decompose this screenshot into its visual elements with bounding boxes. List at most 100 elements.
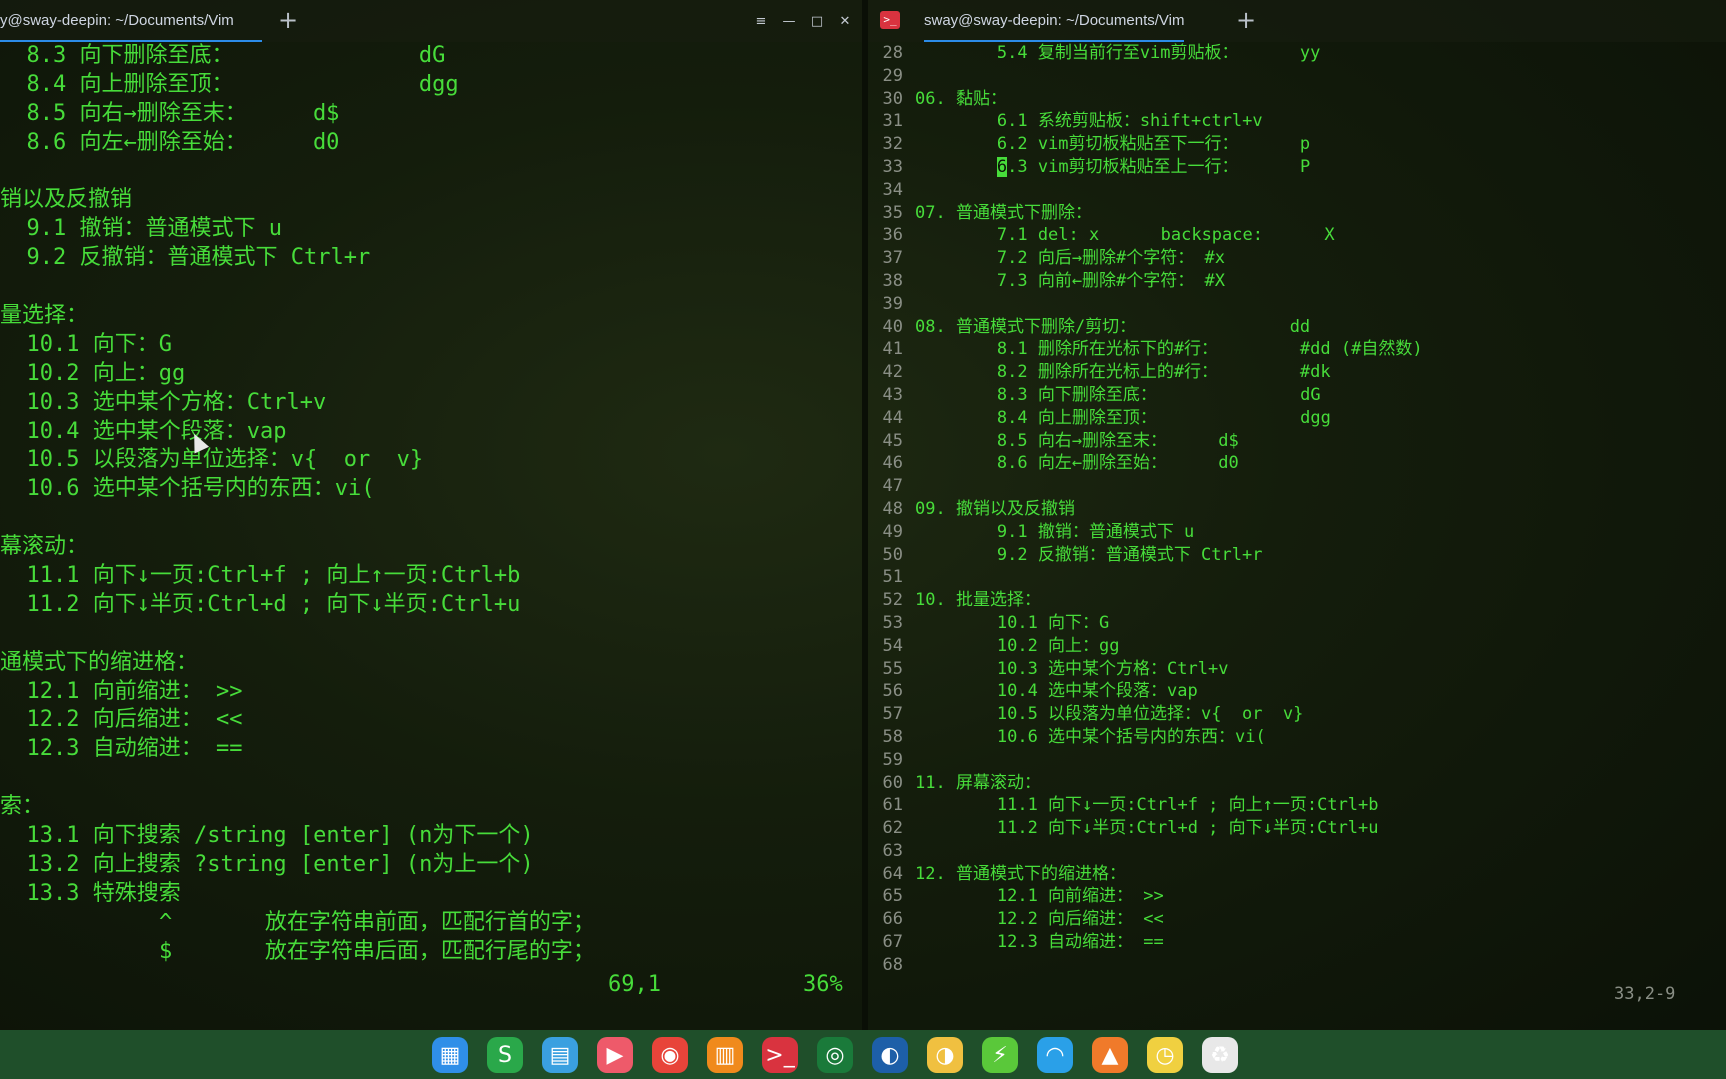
right-buffer-line: 60 11. 屏幕滚动： <box>868 772 1726 795</box>
line-number: 28 <box>882 43 903 63</box>
left-buffer-line: 10.4 选中某个段落：vap <box>0 418 287 444</box>
right-buffer-line: 35 07. 普通模式下删除： <box>868 202 1726 225</box>
wps-icon-glyph: S <box>487 1037 523 1073</box>
right-buffer-line: 28 5.4 复制当前行至vim剪贴板： yy <box>868 42 1726 65</box>
right-buffer-line: 44 8.4 向上删除至顶： dgg <box>868 407 1726 430</box>
line-text: 8.1 删除所在光标下的#行： #dd (#自然数) <box>915 339 1423 360</box>
line-text: 9.1 撤销：普通模式下 u <box>915 521 1195 542</box>
right-terminal-window[interactable]: >_ sway@sway-deepin: ~/Documents/Vim + 2… <box>868 0 1726 1030</box>
wifi-icon[interactable]: ◠ <box>1033 1034 1077 1076</box>
line-text: 10.5 以段落为单位选择：v{ or v} <box>915 704 1304 725</box>
app-store-icon-glyph: ▥ <box>707 1037 743 1073</box>
left-scroll-percent: 36% <box>803 972 843 997</box>
clock-icon[interactable]: ◷ <box>1143 1034 1187 1076</box>
left-buffer-line: 8.4 向上删除至顶： dgg <box>0 71 459 97</box>
line-number: 39 <box>882 293 903 314</box>
left-buffer-line: 8.5 向右→删除至末： d$ <box>0 100 340 126</box>
screen-recorder-icon-glyph: ▶ <box>597 1037 633 1073</box>
right-buffer-line: 56 10.4 选中某个段落：vap <box>868 680 1726 703</box>
screenshot-icon[interactable]: ◐ <box>868 1034 912 1076</box>
chrome-icon[interactable]: ◉ <box>648 1034 692 1076</box>
line-number: 42 <box>882 362 903 383</box>
right-buffer-line: 63 <box>868 840 1726 863</box>
left-buffer-line: 11.2 向下↓半页:Ctrl+d ; 向下↓半页:Ctrl+u <box>0 591 521 617</box>
left-buffer-line: 10.6 选中某个括号内的东西：vi( <box>0 476 375 502</box>
screenshot-icon-glyph: ◐ <box>872 1037 908 1073</box>
line-text: 12.1 向前缩进： >> <box>915 886 1164 907</box>
right-terminal-tab[interactable]: sway@sway-deepin: ~/Documents/Vim <box>924 0 1184 42</box>
minimize-button[interactable]: — <box>780 14 798 29</box>
line-text: 10.4 选中某个段落：vap <box>915 681 1198 702</box>
left-buffer-line: 索： <box>0 794 45 820</box>
line-text: 09. 撤销以及反撤销 <box>915 498 1075 519</box>
right-cursor-position: 33,2-9 <box>1614 984 1676 1004</box>
left-new-tab-button[interactable]: + <box>268 0 308 42</box>
close-button[interactable]: ✕ <box>836 14 854 29</box>
left-buffer-line: 8.3 向下删除至底： dG <box>0 43 446 68</box>
line-text: 8.5 向右→删除至末： d$ <box>915 430 1239 451</box>
terminal-icon[interactable]: >_ <box>758 1034 802 1076</box>
left-buffer-line <box>0 764 862 793</box>
file-manager-icon[interactable]: ▤ <box>538 1034 582 1076</box>
line-number: 33 <box>882 156 903 177</box>
left-buffer-line: 13.2 向上搜索 ?string [enter] (n为上一个) <box>0 851 534 877</box>
line-text: 10. 批量选择： <box>915 590 1041 611</box>
wps-icon[interactable]: S <box>483 1034 527 1076</box>
right-buffer-line: 40 08. 普通模式下删除/剪切： dd <box>868 316 1726 339</box>
eject-icon[interactable]: ▲ <box>1088 1034 1132 1076</box>
right-vim-buffer[interactable]: 28 5.4 复制当前行至vim剪贴板： yy 29 30 06. 黏贴： 31 6.1… <box>868 42 1726 977</box>
left-terminal-window[interactable]: y@sway-deepin: ~/Documents/Vim + ≡ — □ ✕… <box>0 0 862 1030</box>
left-terminal-tab[interactable]: y@sway-deepin: ~/Documents/Vim <box>0 0 262 42</box>
line-text: 6.2 vim剪切板粘贴至下一行： p <box>915 134 1311 155</box>
power-icon[interactable]: ⚡ <box>978 1034 1022 1076</box>
trash-icon[interactable]: ♻ <box>1198 1034 1242 1076</box>
line-number: 30 <box>882 88 903 109</box>
left-cursor-position: 69,1 <box>608 972 661 997</box>
line-text: 8.2 删除所在光标上的#行： #dk <box>915 362 1331 383</box>
right-buffer-line: 36 7.1 del: x backspace: X <box>868 224 1726 247</box>
wifi-icon-glyph: ◠ <box>1037 1037 1073 1073</box>
line-number: 65 <box>882 886 903 907</box>
line-number: 63 <box>882 840 903 861</box>
right-new-tab-button[interactable]: + <box>1226 0 1266 42</box>
line-text: 9.2 反撤销：普通模式下 Ctrl+r <box>915 544 1263 565</box>
line-number: 43 <box>882 384 903 405</box>
notification-icon[interactable]: ◑ <box>923 1034 967 1076</box>
left-buffer-line: 通模式下的缩进格： <box>0 649 199 675</box>
file-manager-icon-glyph: ▤ <box>542 1037 578 1073</box>
camera-icon[interactable]: ◎ <box>813 1034 857 1076</box>
right-buffer-line: 66 12.2 向后缩进： << <box>868 908 1726 931</box>
left-buffer-line: 销以及反撤销 <box>0 187 133 213</box>
line-number: 53 <box>882 612 903 633</box>
app-store-icon[interactable]: ▥ <box>703 1034 747 1076</box>
right-buffer-line: 39 <box>868 293 1726 316</box>
window-controls: ≡ — □ ✕ <box>752 0 854 42</box>
launcher-icon-glyph: ▦ <box>432 1037 468 1073</box>
line-number: 44 <box>882 407 903 428</box>
line-text: 10.2 向上：gg <box>915 635 1120 656</box>
launcher-icon[interactable]: ▦ <box>428 1034 472 1076</box>
line-text: 07. 普通模式下删除： <box>915 202 1092 223</box>
right-buffer-line: 55 10.3 选中某个方格：Ctrl+v <box>868 658 1726 681</box>
menu-icon[interactable]: ≡ <box>752 14 770 29</box>
screen-recorder-icon[interactable]: ▶ <box>593 1034 637 1076</box>
line-number: 50 <box>882 544 903 565</box>
right-buffer-line: 67 12.3 自动缩进： == <box>868 931 1726 954</box>
right-buffer-line: 58 10.6 选中某个括号内的东西：vi( <box>868 726 1726 749</box>
line-text: 7.3 向前←删除#个字符： #X <box>915 270 1225 291</box>
line-number: 57 <box>882 704 903 725</box>
left-buffer-line: 10.2 向上：gg <box>0 360 186 386</box>
maximize-button[interactable]: □ <box>808 14 826 29</box>
line-text: 11.2 向下↓半页:Ctrl+d ; 向下↓半页:Ctrl+u <box>915 818 1379 839</box>
right-buffer-line: 42 8.2 删除所在光标上的#行： #dk <box>868 361 1726 384</box>
line-number: 61 <box>882 795 903 816</box>
right-buffer-line: 33 6.3 vim剪切板粘贴至上一行： P <box>868 156 1726 179</box>
line-number: 58 <box>882 726 903 747</box>
line-number: 49 <box>882 521 903 542</box>
line-number: 34 <box>882 179 903 200</box>
left-vim-buffer[interactable]: 8.3 向下删除至底： dG 8.4 向上删除至顶： dgg 8.5 向右→删除… <box>0 42 862 967</box>
line-number: 67 <box>882 932 903 953</box>
left-buffer-line <box>0 273 862 302</box>
line-text: 11. 屏幕滚动： <box>915 772 1041 793</box>
line-text: 10.6 选中某个括号内的东西：vi( <box>915 726 1266 747</box>
